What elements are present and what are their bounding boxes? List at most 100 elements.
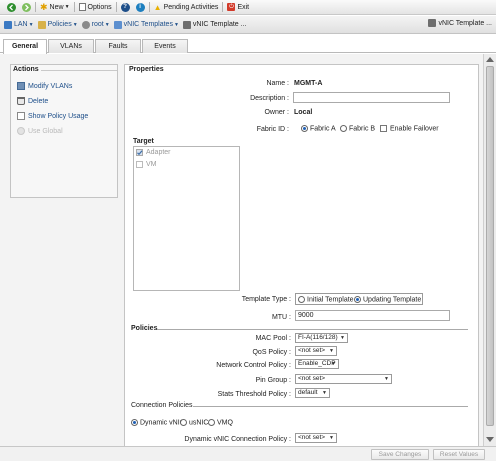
- warning-icon: ▲: [153, 2, 162, 12]
- toolbar-separator: [115, 2, 117, 12]
- vnic-template-icon: [182, 20, 191, 29]
- pending-activities-button[interactable]: ▲ Pending Activities: [151, 0, 222, 15]
- checkbox-checked-icon: [136, 149, 143, 156]
- qos-policy-select[interactable]: <not set> ▼: [295, 346, 337, 356]
- chevron-down-icon: ▼: [322, 390, 327, 396]
- checkbox-icon: [380, 125, 387, 132]
- delete-link[interactable]: Delete: [17, 97, 48, 105]
- vertical-scrollbar[interactable]: [483, 54, 496, 446]
- breadcrumb-vnic-templates[interactable]: vNIC Templates ▼: [113, 20, 179, 29]
- scroll-down-icon[interactable]: [486, 437, 494, 442]
- connection-policies-divider: [193, 406, 468, 407]
- forward-button[interactable]: [19, 0, 34, 15]
- tab-events[interactable]: Events: [142, 39, 188, 53]
- mtu-field[interactable]: 9000: [295, 310, 450, 321]
- pin-group-label: Pin Group :: [255, 377, 291, 384]
- updating-template-radio[interactable]: Updating Template: [354, 296, 421, 303]
- lan-icon: [4, 20, 12, 29]
- mac-pool-value: FI-A(116/128): [298, 334, 338, 341]
- dynamic-vnic-connection-policy-label: Dynamic vNIC Connection Policy :: [184, 436, 291, 443]
- new-menu-button[interactable]: ✱ New ▼: [37, 0, 73, 15]
- vmq-radio[interactable]: VMQ: [208, 419, 233, 426]
- mtu-value: 9000: [298, 312, 314, 319]
- fabric-a-label: Fabric A: [310, 125, 336, 133]
- scroll-up-icon[interactable]: [486, 57, 494, 62]
- target-adapter-label: Adapter: [146, 149, 171, 156]
- tab-bar: General VLANs Faults Events: [0, 34, 496, 54]
- radio-selected-icon: [354, 296, 361, 303]
- options-button[interactable]: Options: [76, 0, 115, 15]
- updating-template-label: Updating Template: [363, 296, 422, 304]
- initial-template-radio[interactable]: Initial Template: [298, 296, 354, 303]
- dynamic-vnic-radio[interactable]: Dynamic vNIC: [131, 419, 185, 426]
- mac-pool-select[interactable]: FI-A(116/128) ▼: [295, 333, 348, 343]
- properties-title: Properties: [129, 66, 164, 73]
- usnic-label: usNIC: [189, 419, 209, 427]
- target-vm-checkbox[interactable]: VM: [136, 161, 157, 168]
- breadcrumb-vnic-template[interactable]: vNIC Template ...: [182, 20, 246, 29]
- tab-vlans[interactable]: VLANs: [48, 39, 94, 53]
- object-title-label: vNIC Template ...: [438, 19, 492, 27]
- radio-empty-icon: [208, 419, 215, 426]
- checkbox-icon: [136, 161, 143, 168]
- vnic-templates-icon: [113, 20, 122, 29]
- document-icon: [17, 112, 25, 120]
- vnic-template-icon: [428, 19, 437, 27]
- enable-failover-label: Enable Failover: [390, 125, 439, 133]
- owner-label: Owner :: [264, 109, 289, 116]
- top-toolbar: ✱ New ▼ Options ? i ▲ Pending Activities…: [0, 0, 496, 15]
- help-button[interactable]: ?: [118, 0, 133, 15]
- tab-general[interactable]: General: [3, 39, 47, 54]
- info-icon: i: [135, 2, 145, 12]
- fabric-a-radio[interactable]: Fabric A: [301, 125, 336, 132]
- pin-group-select[interactable]: <not set> ▼: [295, 374, 392, 384]
- pending-activities-label: Pending Activities: [163, 3, 219, 11]
- toolbar-separator: [73, 2, 75, 12]
- description-field[interactable]: [293, 92, 450, 103]
- toolbar-separator: [222, 2, 224, 12]
- network-control-policy-select[interactable]: Enable_CDP ▼: [295, 359, 339, 369]
- show-policy-usage-link[interactable]: Show Policy Usage: [17, 112, 88, 120]
- dynamic-vnic-connection-policy-select[interactable]: <not set> ▼: [295, 433, 337, 443]
- target-title: Target: [133, 138, 154, 145]
- app-window: ✱ New ▼ Options ? i ▲ Pending Activities…: [0, 0, 496, 461]
- name-value: MGMT-A: [294, 80, 323, 87]
- back-button[interactable]: [4, 0, 19, 15]
- exit-button[interactable]: ⏻ Exit: [224, 0, 252, 15]
- chevron-down-icon: ▼: [329, 348, 334, 354]
- actions-title: Actions: [13, 66, 39, 73]
- chevron-down-icon: ▼: [329, 435, 334, 441]
- target-vm-label: VM: [146, 161, 157, 168]
- breadcrumb-policies[interactable]: Policies ▼: [37, 20, 78, 29]
- globe-icon: [17, 127, 25, 135]
- back-arrow-icon: [7, 2, 16, 12]
- chevron-down-icon: ▼: [64, 4, 70, 10]
- enable-failover-checkbox[interactable]: Enable Failover: [380, 125, 439, 132]
- tab-faults[interactable]: Faults: [95, 39, 141, 53]
- chevron-down-icon: ▼: [104, 21, 110, 28]
- use-global-link[interactable]: Use Global: [17, 127, 63, 135]
- save-changes-button[interactable]: Save Changes: [371, 449, 429, 460]
- usnic-radio[interactable]: usNIC: [180, 419, 208, 426]
- stats-threshold-policy-select[interactable]: default ▼: [295, 388, 330, 398]
- fabric-b-radio[interactable]: Fabric B: [340, 125, 375, 132]
- root-icon: [81, 20, 90, 29]
- fabric-id-label: Fabric ID :: [256, 126, 289, 133]
- target-adapter-checkbox[interactable]: Adapter: [136, 149, 171, 156]
- options-label: Options: [87, 3, 112, 11]
- scrollbar-thumb[interactable]: [486, 66, 494, 426]
- info-button[interactable]: i: [133, 0, 148, 15]
- chevron-down-icon: ▼: [384, 376, 389, 382]
- reset-values-button[interactable]: Reset Values: [433, 449, 485, 460]
- chevron-down-icon: ▼: [340, 335, 345, 341]
- chevron-down-icon: ▼: [331, 361, 336, 367]
- target-list: Adapter VM: [133, 146, 240, 291]
- radio-empty-icon: [298, 296, 305, 303]
- modify-vlans-link[interactable]: Modify VLANs: [17, 82, 72, 90]
- policies-title: Policies: [131, 325, 158, 332]
- breadcrumb-lan[interactable]: LAN ▼: [4, 20, 34, 29]
- footer-bar: Save Changes Reset Values: [0, 446, 496, 461]
- mac-pool-label: MAC Pool :: [255, 335, 291, 342]
- show-policy-usage-label: Show Policy Usage: [28, 112, 89, 120]
- breadcrumb-root[interactable]: root ▼: [81, 20, 110, 29]
